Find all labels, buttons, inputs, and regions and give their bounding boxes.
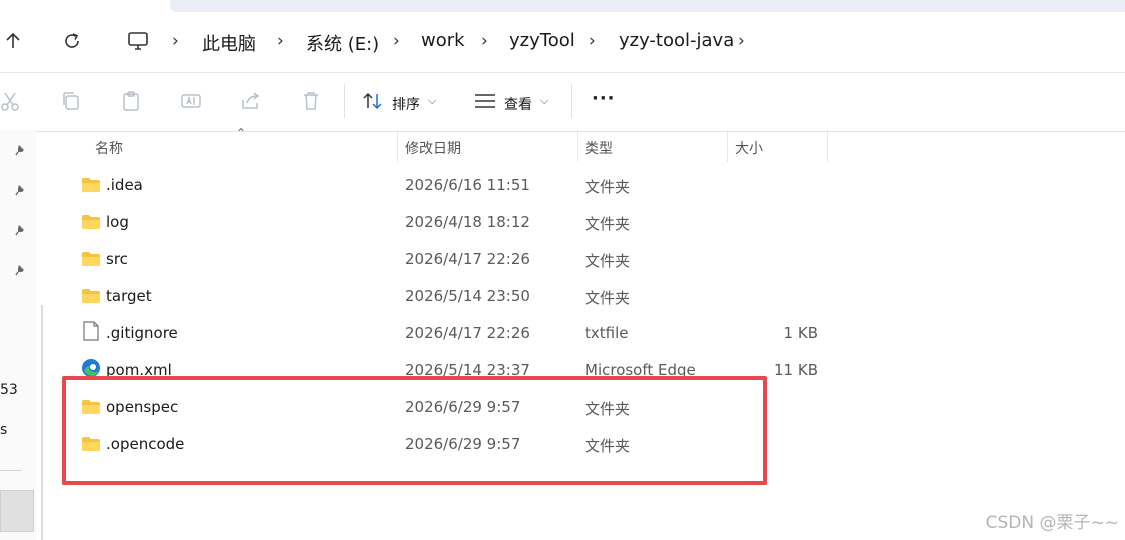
file-size: 1 KB [783, 324, 818, 342]
toolbar-divider [571, 84, 572, 118]
file-type: 文件夹 [585, 289, 631, 307]
breadcrumb-item[interactable]: yzyTool [509, 30, 575, 51]
file-row[interactable]: log 2026/4/18 18:12 文件夹 [60, 205, 1125, 242]
watermark: CSDN @栗子~~ [985, 513, 1119, 533]
file-name: src [106, 250, 128, 268]
file-row[interactable]: src 2026/4/17 22:26 文件夹 [60, 242, 1125, 279]
rename-icon[interactable] [180, 90, 202, 112]
more-options-button[interactable]: ··· [592, 88, 616, 109]
file-row[interactable]: target 2026/5/14 23:50 文件夹 [60, 279, 1125, 316]
chevron-right-icon[interactable]: › [738, 31, 745, 51]
delete-icon[interactable] [300, 90, 322, 112]
address-bar[interactable] [110, 18, 1125, 62]
chevron-right-icon: › [589, 31, 596, 51]
column-header-type[interactable]: 类型 [585, 138, 613, 158]
chevron-right-icon: › [393, 31, 400, 51]
file-name: .idea [106, 176, 143, 194]
pin-icon[interactable] [14, 263, 28, 277]
view-button[interactable]: 查看 [504, 94, 532, 114]
chevron-right-icon: › [277, 31, 284, 51]
cut-icon[interactable] [0, 90, 22, 112]
up-arrow-icon[interactable] [4, 32, 22, 53]
chevron-down-icon: ⌵ [428, 94, 437, 107]
computer-icon [127, 31, 149, 55]
column-header-size[interactable]: 大小 [735, 138, 763, 158]
highlight-box [62, 376, 767, 485]
file-type: 文件夹 [585, 215, 631, 233]
nav-selected-item[interactable] [0, 490, 34, 532]
file-type: 文件夹 [585, 178, 631, 196]
file-modified: 2026/4/17 22:26 [405, 324, 530, 342]
paste-icon[interactable] [120, 90, 142, 112]
file-modified: 2026/5/14 23:50 [405, 287, 530, 305]
column-divider[interactable] [727, 130, 728, 162]
copy-icon[interactable] [60, 90, 82, 112]
file-row[interactable]: .gitignore 2026/4/17 22:26 txtfile 1 KB [60, 316, 1125, 353]
file-name: target [106, 287, 152, 305]
sort-ascending-icon: ⌃ [236, 126, 247, 140]
column-divider[interactable] [577, 130, 578, 162]
breadcrumb-item[interactable]: 此电脑 [202, 30, 256, 56]
column-divider[interactable] [397, 130, 398, 162]
nav-item-fragment[interactable]: s [0, 422, 7, 438]
breadcrumb-item[interactable]: 系统 (E:) [306, 30, 379, 56]
column-divider[interactable] [827, 130, 828, 162]
view-icon[interactable] [474, 93, 496, 113]
breadcrumb-item[interactable]: yzy-tool-java [619, 30, 734, 51]
toolbar-divider [344, 84, 345, 118]
file-modified: 2026/4/17 22:26 [405, 250, 530, 268]
command-bar [0, 72, 1125, 132]
share-icon[interactable] [240, 90, 262, 112]
refresh-icon[interactable] [62, 31, 82, 54]
nav-divider [0, 470, 22, 471]
file-name: log [106, 213, 129, 231]
sort-icon[interactable] [362, 90, 384, 116]
file-name: .gitignore [106, 324, 178, 342]
column-header-modified[interactable]: 修改日期 [405, 138, 461, 158]
file-modified: 2026/6/16 11:51 [405, 176, 530, 194]
pin-icon[interactable] [14, 183, 28, 197]
column-header-name[interactable]: 名称 [95, 138, 123, 158]
file-modified: 2026/4/18 18:12 [405, 213, 530, 231]
sort-button[interactable]: 排序 [392, 94, 420, 114]
chevron-down-icon: ⌵ [540, 94, 549, 107]
file-type: 文件夹 [585, 252, 631, 270]
chevron-right-icon: › [481, 31, 488, 51]
window-top-strip [170, 0, 1125, 12]
file-size: 11 KB [774, 361, 818, 379]
pane-splitter[interactable] [41, 305, 43, 540]
pin-icon[interactable] [14, 223, 28, 237]
file-type: txtfile [585, 324, 629, 342]
chevron-right-icon: › [172, 31, 179, 51]
file-row[interactable]: .idea 2026/6/16 11:51 文件夹 [60, 168, 1125, 205]
nav-item-fragment[interactable]: 53 [0, 382, 18, 398]
pin-icon[interactable] [14, 143, 28, 157]
breadcrumb-item[interactable]: work [421, 30, 465, 51]
